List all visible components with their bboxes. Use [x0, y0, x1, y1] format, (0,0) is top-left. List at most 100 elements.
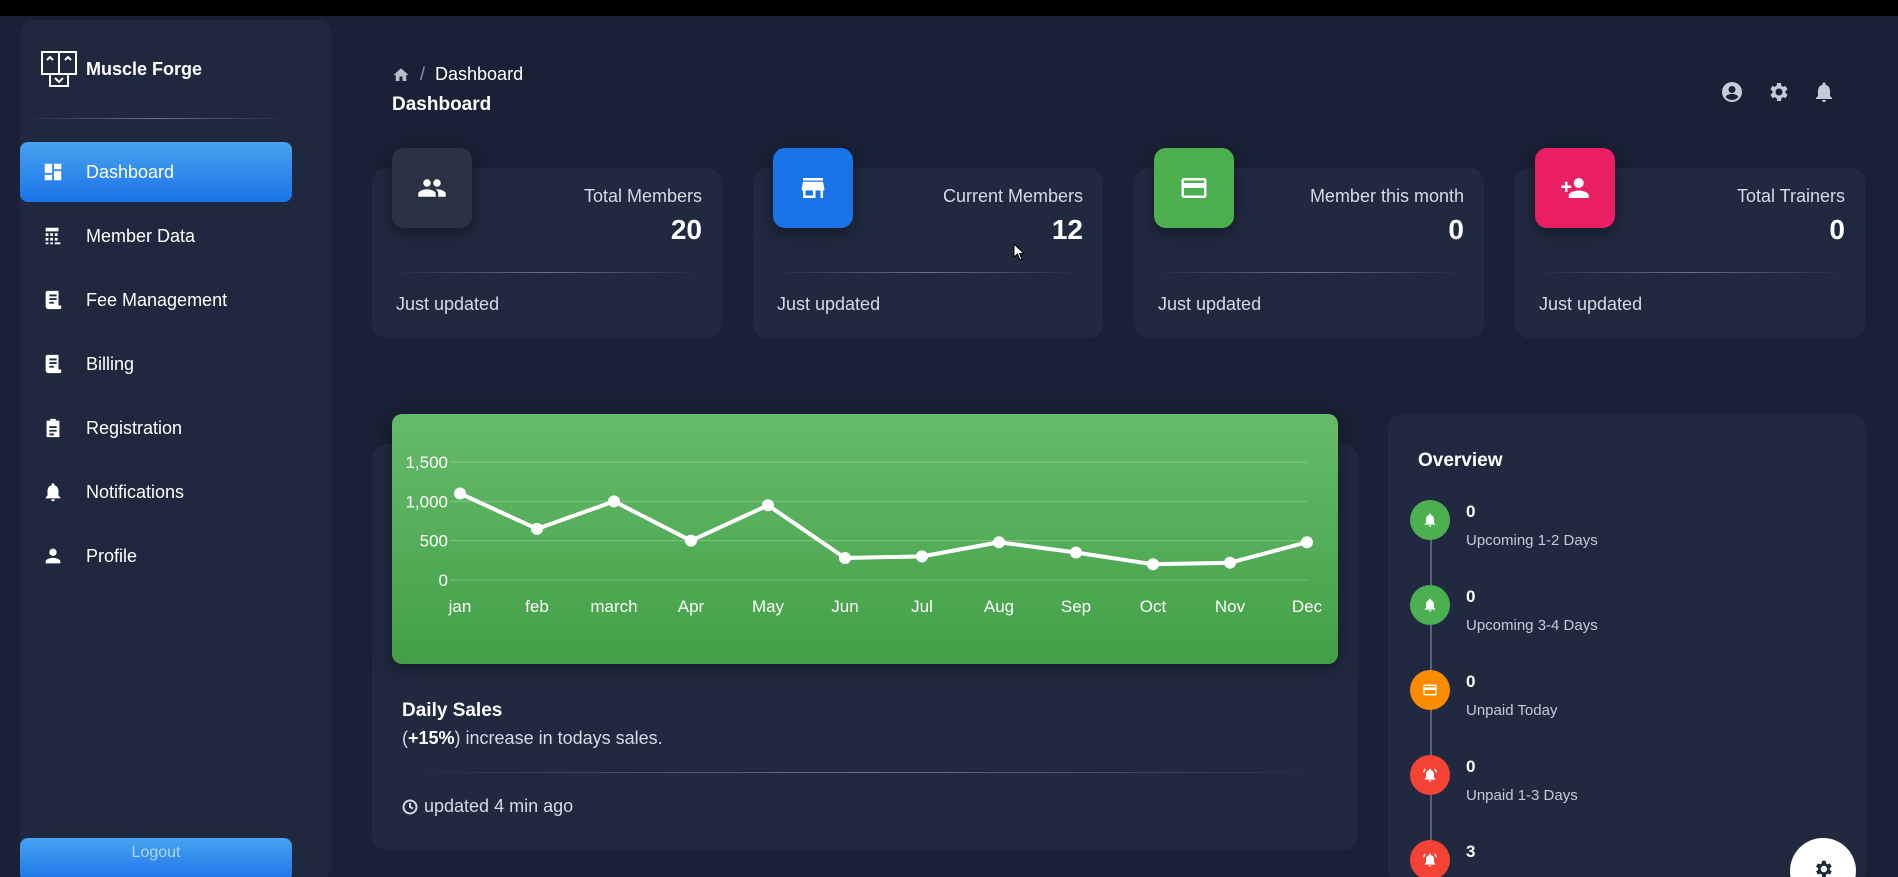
data-point [685, 534, 697, 547]
timeline-label: Unpaid Today [1466, 702, 1558, 719]
gear-icon[interactable] [1766, 80, 1790, 104]
stat-footer: Just updated [1539, 294, 1643, 314]
sidebar-item-label: Fee Management [86, 289, 228, 310]
sidebar-item-billing[interactable]: Billing [20, 334, 292, 394]
data-point [454, 487, 466, 500]
data-point [762, 499, 774, 512]
data-point [916, 550, 928, 563]
bell-icon [45, 483, 61, 502]
person-add-icon [1561, 178, 1589, 198]
stat-icon-box [1535, 148, 1615, 228]
sidebar-item-member-data[interactable]: Member Data [20, 206, 292, 266]
timeline-count: 0 [1466, 587, 1476, 606]
stat-icon-box [773, 148, 853, 228]
stat-value: 20 [670, 214, 702, 245]
credit-card-icon [1423, 684, 1437, 696]
clock-icon [402, 799, 418, 814]
y-tick-label: 1,000 [405, 492, 448, 511]
sidebar-item-fee-management[interactable]: Fee Management [20, 270, 292, 330]
muscle-forge-logo-icon [41, 51, 77, 87]
overview-title: Overview [1418, 450, 1503, 471]
person-icon [45, 548, 61, 564]
data-point [993, 536, 1005, 549]
brand-name: Muscle Forge [86, 58, 203, 79]
timeline-count: 0 [1466, 672, 1476, 691]
sidebar-item-label: Notifications [86, 481, 185, 502]
stat-footer: Just updated [777, 294, 881, 314]
timeline-item-unpaid-today[interactable]: 0 Unpaid Today [1410, 670, 1830, 730]
logout-button[interactable]: Logout [20, 838, 292, 877]
receipt-icon [45, 354, 62, 374]
data-point [1301, 536, 1313, 549]
stat-icon-box [392, 148, 472, 228]
sales-updated-text: updated 4 min ago [424, 796, 574, 816]
sidebar-item-notifications[interactable]: Notifications [20, 462, 292, 522]
breadcrumb-current: Dashboard [435, 64, 524, 84]
timeline-dot [1410, 755, 1450, 795]
brand[interactable]: Muscle Forge [40, 50, 202, 88]
timeline-dot [1410, 500, 1450, 540]
stat-label: Total Trainers [1736, 186, 1845, 206]
window-top-bar [0, 0, 1898, 16]
stat-label: Total Members [583, 186, 702, 206]
account-circle-icon[interactable] [1720, 80, 1744, 104]
bell-icon [1424, 513, 1436, 527]
data-point [1224, 556, 1236, 569]
sidebar-item-label: Profile [86, 545, 138, 566]
stat-card-total-members: Total Members 20 Just updated [372, 148, 722, 338]
stat-value: 0 [1448, 214, 1464, 245]
clipboard-icon [46, 418, 60, 438]
x-tick-label: feb [525, 597, 549, 616]
stat-divider [1154, 272, 1464, 273]
x-tick-label: Oct [1140, 597, 1167, 616]
timeline-item-upcoming-3-4[interactable]: 0 Upcoming 3-4 Days [1410, 585, 1830, 645]
bell-icon [1424, 598, 1436, 612]
timeline-item-upcoming-1-2[interactable]: 0 Upcoming 1-2 Days [1410, 500, 1830, 560]
x-tick-label: Aug [984, 597, 1014, 616]
page-title: Dashboard [392, 94, 492, 115]
x-tick-label: jan [448, 597, 472, 616]
sidebar-item-label: Dashboard [86, 161, 175, 182]
alarm-icon [1423, 853, 1437, 867]
data-point [1147, 558, 1159, 571]
x-tick-label: Jun [831, 597, 858, 616]
credit-card-icon [1181, 178, 1207, 198]
stat-card-total-trainers: Total Trainers 0 Just updated [1515, 148, 1865, 338]
x-tick-label: march [590, 597, 637, 616]
x-tick-label: May [752, 597, 785, 616]
stat-footer: Just updated [1158, 294, 1262, 314]
x-tick-label: Nov [1215, 597, 1246, 616]
stat-value: 0 [1829, 214, 1845, 245]
x-tick-label: Jul [911, 597, 933, 616]
timeline-label: Upcoming 3-4 Days [1466, 617, 1598, 634]
timeline-dot [1410, 585, 1450, 625]
timeline-label: Upcoming 1-2 Days [1466, 532, 1598, 549]
mouse-cursor-icon [1013, 243, 1025, 261]
timeline-item-unpaid-1-3[interactable]: 0 Unpaid 1-3 Days [1410, 755, 1830, 815]
stat-label: Member this month [1309, 186, 1464, 206]
sales-subtitle-text: increase in todays sales. [465, 728, 663, 748]
timeline-count: 0 [1466, 502, 1476, 521]
sidebar-item-profile[interactable]: Profile [20, 526, 292, 586]
sidebar-item-label: Billing [86, 353, 135, 374]
stat-label: Current Members [942, 186, 1083, 206]
sales-updated: updated 4 min ago [402, 796, 573, 817]
sidebar-item-dashboard[interactable]: Dashboard [20, 142, 292, 202]
timeline-item-unpaid-more[interactable]: 3 [1410, 840, 1830, 877]
gear-icon [1816, 860, 1832, 877]
receipt-icon [45, 290, 62, 310]
data-point [839, 551, 851, 564]
timeline-count: 0 [1466, 757, 1476, 776]
sidebar-item-label: Member Data [86, 225, 196, 246]
home-icon[interactable] [392, 66, 410, 84]
breadcrumb: / Dashboard [392, 64, 523, 85]
data-point [531, 522, 543, 535]
sales-divider [400, 772, 1330, 773]
calculator-icon [45, 227, 61, 245]
bell-icon[interactable] [1812, 80, 1836, 104]
sales-series-line [459, 491, 1308, 567]
sales-title: Daily Sales [402, 700, 503, 721]
sales-percent: +15% [408, 728, 455, 748]
sidebar-item-registration[interactable]: Registration [20, 398, 292, 458]
stat-card-current-members: Current Members 12 Just updated [753, 148, 1103, 338]
